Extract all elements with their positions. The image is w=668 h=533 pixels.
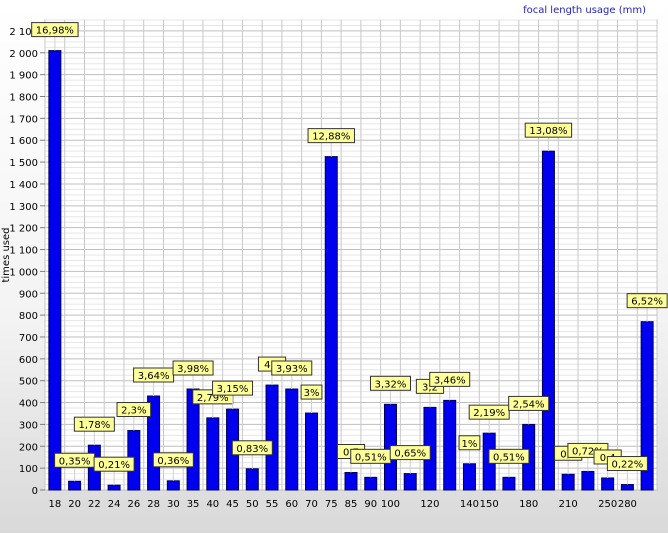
data-label-text: 0,21% — [98, 460, 130, 471]
y-tick-label: 1 600 — [9, 136, 38, 147]
bar — [443, 399, 457, 491]
y-tick-label: 1 900 — [9, 71, 38, 82]
bar — [462, 463, 476, 491]
data-label-text: 3% — [304, 388, 320, 399]
bar — [561, 473, 575, 491]
data-label-text: 0,51% — [355, 452, 387, 463]
data-label-text: 1,78% — [78, 420, 110, 431]
y-tick-label: 1 100 — [9, 246, 38, 257]
bar — [305, 412, 319, 491]
y-tick-label: 200 — [19, 442, 38, 453]
bar — [364, 476, 378, 491]
bar — [265, 384, 279, 491]
bar — [166, 480, 180, 491]
data-label-text: 0,35% — [59, 456, 91, 467]
x-tick-label: 180 — [519, 499, 538, 510]
bar — [403, 473, 417, 491]
y-tick-label: 400 — [19, 399, 38, 410]
x-tick-label: 28 — [147, 499, 160, 510]
x-tick-label: 100 — [381, 499, 400, 510]
y-tick-label: 600 — [19, 355, 38, 366]
data-label-text: 12,88% — [312, 132, 350, 143]
x-tick-label: 250 — [598, 499, 617, 510]
y-tick-label: 800 — [19, 311, 38, 322]
y-tick-label: 700 — [19, 333, 38, 344]
x-tick-label: 40 — [206, 499, 219, 510]
bar — [541, 150, 555, 491]
data-label-text: 0,22% — [611, 460, 643, 471]
bar — [68, 480, 82, 491]
data-label-text: 0,83% — [236, 444, 268, 455]
x-tick-label: 30 — [167, 499, 180, 510]
x-tick-label: 50 — [246, 499, 259, 510]
data-label-text: 13,08% — [529, 126, 567, 137]
x-tick-label: 140 — [460, 499, 479, 510]
x-tick-label: 45 — [226, 499, 239, 510]
y-tick-label: 1 400 — [9, 180, 38, 191]
x-tick-label: 120 — [420, 499, 439, 510]
x-tick-label: 26 — [127, 499, 140, 510]
y-tick-label: 2 000 — [9, 49, 38, 60]
y-tick-label: 300 — [19, 420, 38, 431]
x-tick-label: 24 — [108, 499, 121, 510]
x-tick-label: 75 — [325, 499, 338, 510]
y-tick-label: 0 — [32, 486, 38, 497]
bar — [620, 484, 634, 491]
data-label-text: 3,15% — [217, 384, 249, 395]
y-axis-ticks: 0 100 200 300 400 500 600 700 800 900 1 000 1 100 1 … — [9, 27, 45, 497]
bar — [344, 472, 358, 491]
data-label-text: 3,64% — [138, 371, 170, 382]
x-tick-label: 22 — [88, 499, 101, 510]
data-label-text: 0,65% — [394, 449, 426, 460]
y-tick-label: 1 200 — [9, 224, 38, 235]
data-label-text: 2,3% — [121, 406, 146, 417]
data-label-text: 2,54% — [513, 399, 545, 410]
data-label-text: 3,98% — [177, 364, 209, 375]
chart-title: focal length usage (mm) — [523, 5, 646, 16]
y-tick-label: 1 800 — [9, 93, 38, 104]
x-tick-label: 60 — [285, 499, 298, 510]
bar — [285, 388, 299, 491]
data-label-text: 1% — [462, 439, 478, 450]
bar — [206, 417, 220, 491]
data-label-text: 2,19% — [473, 408, 505, 419]
bar — [601, 477, 615, 491]
x-tick-label: 90 — [364, 499, 377, 510]
x-tick-label: 55 — [266, 499, 279, 510]
data-label-text: 3,93% — [276, 364, 308, 375]
y-tick-label: 1 300 — [9, 202, 38, 213]
y-tick-label: 500 — [19, 377, 38, 388]
x-tick-label: 18 — [49, 499, 62, 510]
bar — [581, 470, 595, 491]
data-label-text: 16,98% — [36, 26, 74, 37]
y-tick-label: 1 000 — [9, 267, 38, 278]
data-label-text: 0,36% — [157, 456, 189, 467]
y-tick-label: 100 — [19, 464, 38, 475]
y-tick-label: 900 — [19, 289, 38, 300]
data-label-text: 3,46% — [434, 375, 466, 386]
bar — [502, 476, 516, 491]
bar — [48, 50, 62, 491]
y-tick-label: 1 700 — [9, 114, 38, 125]
bar — [245, 468, 259, 491]
x-tick-label: 20 — [68, 499, 81, 510]
data-label-text: 3,32% — [375, 379, 407, 390]
y-tick-label: 1 500 — [9, 158, 38, 169]
bar — [324, 156, 338, 491]
data-label-text: 0,51% — [493, 452, 525, 463]
focal-length-chart: focal length usage (mm) times used 01002… — [1, 5, 668, 510]
data-label-text: 6,52% — [631, 297, 663, 308]
x-tick-label: 70 — [305, 499, 318, 510]
x-axis-ticks: 18 20 22 24 26 28 30 35 40 45 50 55 60 70 75 85 90 100 120… — [49, 499, 637, 510]
bar — [107, 484, 121, 491]
x-tick-label: 280 — [618, 499, 637, 510]
x-tick-label: 150 — [480, 499, 499, 510]
x-tick-label: 85 — [345, 499, 358, 510]
x-tick-label: 35 — [187, 499, 200, 510]
x-tick-label: 210 — [559, 499, 578, 510]
